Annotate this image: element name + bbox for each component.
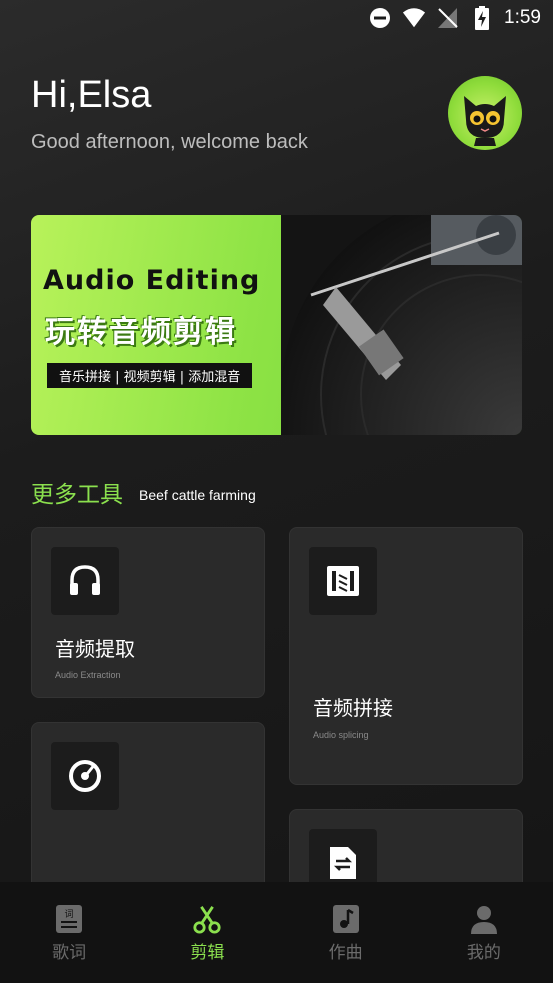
headphones-icon bbox=[51, 547, 119, 615]
nav-label: 歌词 bbox=[52, 943, 87, 963]
section-title: 更多工具 bbox=[31, 482, 123, 508]
vinyl-record-image bbox=[281, 215, 522, 435]
avatar[interactable] bbox=[448, 76, 522, 150]
nav-label: 作曲 bbox=[328, 943, 363, 963]
banner-tagline: 音乐拼接 | 视频剪辑 | 添加混音 bbox=[47, 363, 253, 388]
tool-card-audio-splicing[interactable]: 音频拼接 Audio splicing bbox=[289, 527, 523, 785]
promo-banner[interactable]: Audio Editing 玩转音频剪辑 音乐拼接 | 视频剪辑 | 添加混音 bbox=[31, 215, 522, 435]
tool-card-audio-extraction[interactable]: 音频提取 Audio Extraction bbox=[31, 527, 265, 698]
status-time: 1:59 bbox=[504, 7, 541, 28]
status-bar: 1:59 bbox=[0, 0, 553, 38]
no-signal-icon bbox=[436, 6, 460, 30]
banner-title-cn: 玩转音频剪辑 bbox=[45, 315, 237, 350]
film-strip-icon bbox=[309, 547, 377, 615]
tool-title: 音频拼接 bbox=[313, 696, 393, 720]
status-icons: 1:59 bbox=[368, 6, 541, 30]
banner-title: Audio Editing bbox=[43, 265, 261, 296]
tool-subtitle: Audio Extraction bbox=[55, 670, 121, 680]
tool-title: 音频提取 bbox=[55, 637, 135, 661]
nav-item-me[interactable]: 我的 bbox=[415, 882, 553, 983]
battery-charging-icon bbox=[470, 6, 494, 30]
nav-label: 剪辑 bbox=[190, 943, 225, 963]
wifi-icon bbox=[402, 6, 426, 30]
nav-item-lyrics[interactable]: 词 歌词 bbox=[0, 882, 138, 983]
disc-icon bbox=[51, 742, 119, 810]
music-note-icon bbox=[331, 904, 361, 934]
nav-item-edit[interactable]: 剪辑 bbox=[138, 882, 276, 983]
greeting-subtitle: Good afternoon, welcome back bbox=[31, 131, 308, 153]
lyrics-icon: 词 bbox=[54, 904, 84, 934]
nav-item-compose[interactable]: 作曲 bbox=[277, 882, 415, 983]
scissors-icon bbox=[192, 904, 222, 934]
bottom-nav: 词 歌词 剪辑 作曲 我的 bbox=[0, 882, 553, 983]
svg-text:词: 词 bbox=[65, 909, 74, 920]
do-not-disturb-icon bbox=[368, 6, 392, 30]
greeting-title: Hi,Elsa bbox=[31, 74, 152, 116]
nav-label: 我的 bbox=[466, 943, 501, 963]
person-icon bbox=[469, 904, 499, 934]
cat-avatar-icon bbox=[464, 96, 506, 146]
tool-subtitle: Audio splicing bbox=[313, 730, 369, 740]
section-subtitle: Beef cattle farming bbox=[139, 487, 256, 503]
